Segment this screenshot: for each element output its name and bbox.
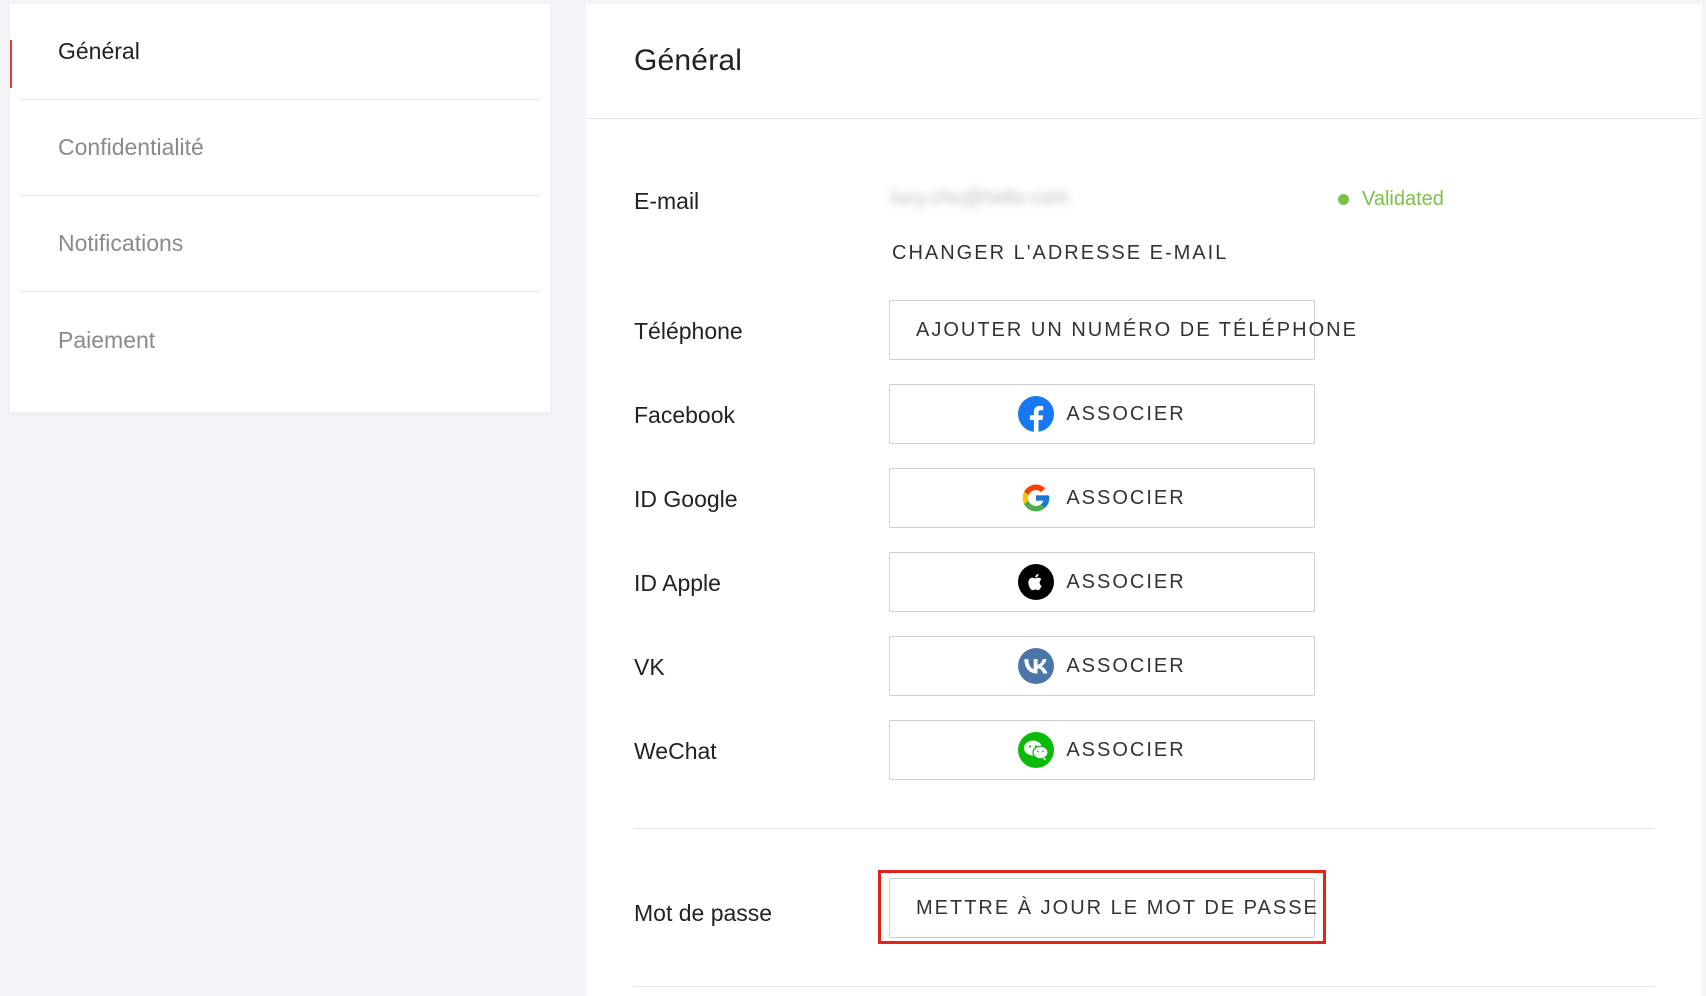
apple-icon: [1018, 564, 1055, 600]
associate-label: ASSOCIER: [1066, 570, 1186, 593]
main-header: Général: [586, 4, 1702, 119]
update-password-button[interactable]: METTRE À JOUR LE MOT DE PASSE: [889, 878, 1317, 938]
facebook-label: Facebook: [634, 402, 736, 428]
vk-label: VK: [634, 654, 665, 680]
sidebar-item-label: Confidentialité: [58, 134, 204, 160]
sidebar-item-payment[interactable]: Paiement: [20, 292, 540, 388]
phone-label: Téléphone: [634, 318, 743, 344]
email-label: E-mail: [634, 188, 700, 214]
wechat-associate-button[interactable]: ASSOCIER: [889, 720, 1315, 780]
password-label: Mot de passe: [634, 900, 773, 926]
settings-sidebar: Général Confidentialité Notifications Pa…: [10, 4, 550, 412]
sidebar-item-label: Notifications: [58, 230, 184, 256]
google-icon: [1018, 480, 1054, 516]
facebook-associate-button[interactable]: ASSOCIER: [889, 384, 1315, 444]
status-dot-icon: [1338, 194, 1349, 205]
facebook-icon: [1018, 396, 1055, 432]
add-phone-button[interactable]: AJOUTER UN NUMÉRO DE TÉLÉPHONE: [889, 300, 1356, 360]
wechat-icon: [1018, 732, 1055, 768]
google-associate-button[interactable]: ASSOCIER: [889, 468, 1315, 528]
vk-associate-button[interactable]: ASSOCIER: [889, 636, 1315, 696]
page-title: Général: [634, 44, 743, 77]
email-status-badge: Validated: [1338, 188, 1444, 211]
apple-label: ID Apple: [634, 570, 721, 596]
apple-associate-button[interactable]: ASSOCIER: [889, 552, 1315, 612]
settings-main-panel: Général E-mail lucy.chu@hello.com Valida…: [586, 4, 1702, 996]
change-email-button[interactable]: CHANGER L'ADRESSE E-MAIL: [892, 242, 1228, 265]
email-value: lucy.chu@hello.com: [891, 187, 1069, 209]
associate-label: ASSOCIER: [1066, 402, 1186, 425]
wechat-label: WeChat: [634, 738, 717, 764]
vk-icon: [1018, 648, 1055, 684]
section-divider: [634, 986, 1654, 987]
sidebar-item-notifications[interactable]: Notifications: [20, 196, 540, 292]
sidebar-item-label: Général: [58, 38, 140, 64]
associate-label: ASSOCIER: [1066, 738, 1186, 761]
email-status-text: Validated: [1362, 188, 1444, 210]
google-label: ID Google: [634, 486, 738, 512]
sidebar-item-label: Paiement: [58, 326, 156, 353]
section-divider: [634, 828, 1654, 829]
sidebar-item-general[interactable]: Général: [10, 4, 540, 100]
sidebar-item-privacy[interactable]: Confidentialité: [20, 100, 540, 196]
associate-label: ASSOCIER: [1066, 654, 1186, 677]
associate-label: ASSOCIER: [1066, 486, 1186, 509]
